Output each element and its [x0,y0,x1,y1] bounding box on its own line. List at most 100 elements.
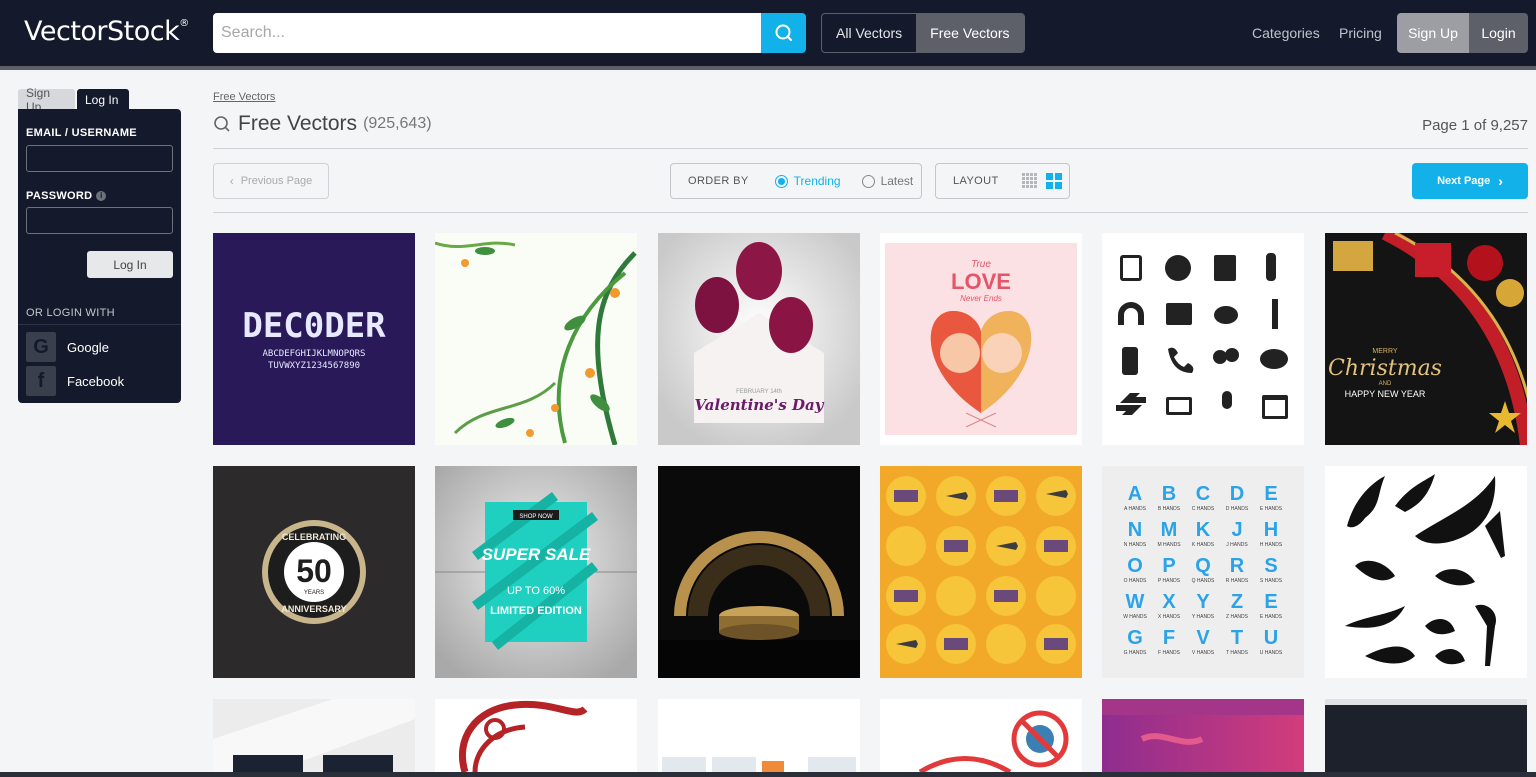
grid-small-icon[interactable] [1021,173,1038,189]
vector-thumbnail-valentine[interactable]: FEBRUARY 14th Valentine's Day [658,233,860,445]
alphabet-letter: O [1127,555,1143,577]
vector-thumbnail-golden-arch[interactable] [658,466,860,678]
valentine-art: FEBRUARY 14th Valentine's Day [658,233,860,445]
alphabet-letter: J [1231,519,1242,541]
vector-thumbnail-row3-3[interactable] [658,699,860,772]
page-indicator: Page 1 of 9,257 [1422,117,1528,134]
previous-page-label: Previous Page [240,175,313,187]
sale-upto: UP TO 60% [507,585,565,597]
alphabet-letter: D [1230,483,1244,505]
google-label: Google [67,339,109,355]
all-vectors-button[interactable]: All Vectors [822,14,916,52]
header-signup-button[interactable]: Sign Up [1397,13,1469,53]
password-field[interactable] [26,207,173,234]
alphabet-letter: S [1264,555,1277,577]
decoder-line1: ABCDEFGHIJKLMNOPQRS [263,349,366,359]
free-vectors-button[interactable]: Free Vectors [916,14,1024,52]
anniv-top: CELEBRATING [282,532,346,542]
breadcrumb[interactable]: Free Vectors [213,91,275,103]
nav-categories[interactable]: Categories [1252,25,1320,41]
vector-thumbnail-row3-1[interactable] [213,699,415,772]
gradient-web-art [1102,699,1304,772]
tab-log-in[interactable]: Log In [77,89,129,110]
vector-thumbnail-decoder[interactable]: DEC0DER ABCDEFGHIJKLMNOPQRS TUVWXYZ12345… [213,233,415,445]
divider [213,212,1528,213]
order-by-label: ORDER BY [688,175,749,187]
alphabet-letter: Q [1195,555,1211,577]
order-latest-radio[interactable]: Latest [861,174,914,188]
search-icon [214,116,230,132]
grid-large-icon[interactable] [1045,173,1062,189]
alphabet-letter: V [1196,627,1210,649]
search-button[interactable] [761,13,806,53]
anniv-num: 50 [296,553,332,589]
alphabet-letter: P [1162,555,1175,577]
vector-thumbnail-floral[interactable] [435,233,637,445]
email-field[interactable] [26,145,173,172]
header-login-button[interactable]: Login [1469,13,1528,53]
facebook-login-button[interactable]: f Facebook [26,366,124,396]
vector-thumbnail-anniversary[interactable]: CELEBRATING 50 YEARS ANNIVERSARY [213,466,415,678]
tab-sign-up[interactable]: Sign Up [18,86,75,114]
chevron-left-icon: ‹ [229,174,234,188]
next-page-button[interactable]: Next Page › [1412,163,1528,199]
alphabet-caption: E HANDS [1260,506,1283,512]
page-title: Free Vectors [238,112,358,135]
alphabet-caption: B HANDS [1158,506,1181,512]
alphabet-letter: G [1127,627,1143,649]
vector-thumbnail-sale[interactable]: SHOP NOW SUPER SALE UP TO 60% LIMITED ED… [435,466,637,678]
vector-thumbnail-row3-4[interactable] [880,699,1082,772]
alphabet-letter: E [1264,483,1277,505]
radio-unchecked-icon [861,174,875,188]
alphabet-letter: Y [1196,591,1210,613]
site-logo[interactable]: VectorStock® [24,16,189,47]
alphabet-caption: E HANDS [1260,614,1283,620]
anniversary-badge-art: CELEBRATING 50 YEARS ANNIVERSARY [213,466,415,678]
vector-thumbnail-love[interactable]: True LOVE Never Ends [880,233,1082,445]
vector-thumbnail-row3-5[interactable] [1102,699,1304,772]
vector-thumbnail-row3-6[interactable] [1325,699,1527,772]
order-trending-radio[interactable]: Trending [774,174,841,188]
love-couple-art: True LOVE Never Ends [885,243,1077,435]
alphabet-letter: E [1264,591,1277,613]
search-input[interactable] [213,13,762,53]
alphabet-caption: J HANDS [1226,542,1248,548]
alphabet-caption: P HANDS [1158,578,1181,584]
alphabet-letter: H [1264,519,1278,541]
order-trending-label: Trending [793,174,841,188]
alphabet-caption: F HANDS [1158,650,1181,656]
search-icon [775,24,792,41]
alphabet-caption: K HANDS [1192,542,1215,548]
alphabet-letter: B [1162,483,1176,505]
nav-pricing[interactable]: Pricing [1339,25,1382,41]
alphabet-letter: M [1161,519,1178,541]
layout-control: LAYOUT [935,163,1070,199]
vector-thumbnail-icons[interactable] [1102,233,1304,445]
christmas-and: AND [1379,381,1392,387]
vector-thumbnail-christmas[interactable]: MERRY Christmas AND HAPPY NEW YEAR [1325,233,1527,445]
alphabet-letter: N [1128,519,1142,541]
alphabet-letter: U [1264,627,1278,649]
alphabet-caption: U HANDS [1260,650,1283,656]
alphabet-letter: X [1162,591,1176,613]
previous-page-button[interactable]: ‹ Previous Page [213,163,329,199]
google-login-button[interactable]: G Google [26,332,109,362]
alphabet-caption: M HANDS [1157,542,1181,548]
alphabet-caption: N HANDS [1124,542,1147,548]
floral-art [435,233,637,445]
vector-thumbnail-birds[interactable] [1325,466,1527,678]
red-ornament-art [435,699,637,772]
order-latest-label: Latest [880,174,914,188]
decoder-title: DEC0DER [242,306,386,346]
login-submit-button[interactable]: Log In [87,251,173,278]
top-header: VectorStock® All Vectors Free Vectors Ca… [0,0,1536,66]
info-icon[interactable]: i [96,191,107,202]
alphabet-caption: R HANDS [1226,578,1249,584]
love-word: LOVE [951,269,1011,294]
vector-thumbnail-transport-icons[interactable] [880,466,1082,678]
facebook-label: Facebook [67,373,125,389]
vector-thumbnail-alphabet[interactable]: AA HANDS B B HANDS C C HANDS D D HANDS E E HANDS… [1102,466,1304,678]
google-icon: G [26,332,56,362]
header-divider [0,66,1536,70]
vector-thumbnail-row3-2[interactable] [435,699,637,772]
